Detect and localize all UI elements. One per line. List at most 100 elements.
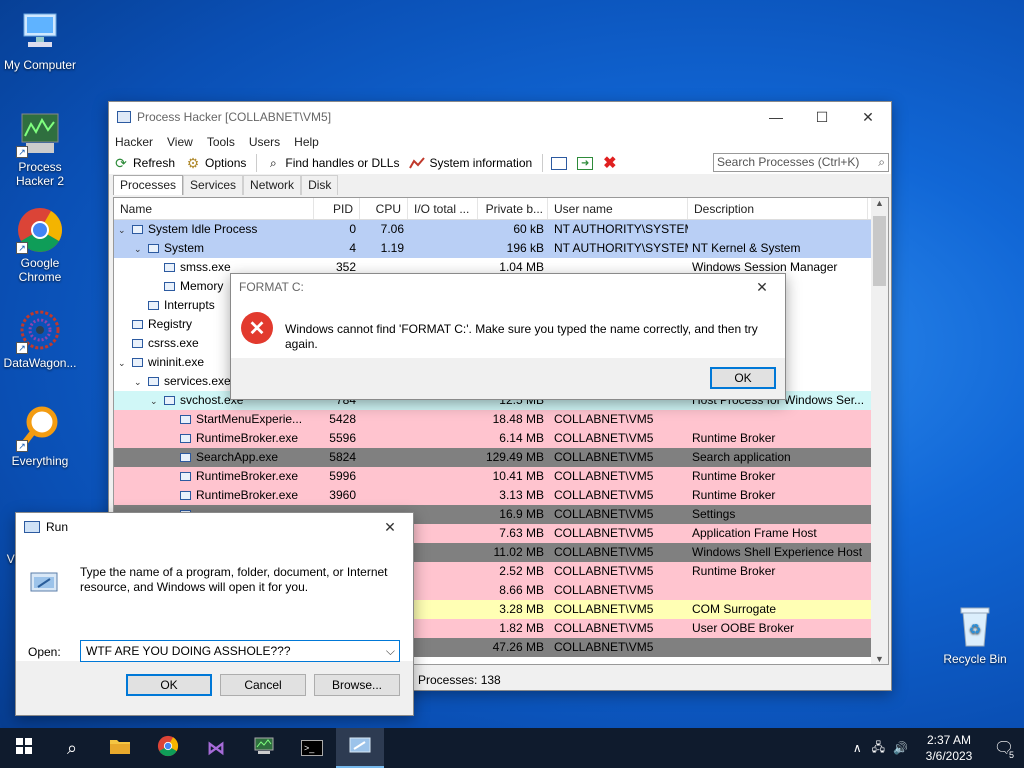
expander-icon[interactable]: ⌄ [118,354,132,372]
minimize-button[interactable]: — [753,102,799,132]
scroll-down-icon[interactable]: ▼ [871,654,888,664]
clock[interactable]: 2:37 AM 3/6/2023 [914,732,984,764]
menu-users[interactable]: Users [249,135,280,149]
volume-icon[interactable]: 🔊 [893,741,908,755]
description-cell: Settings [692,507,736,521]
cpu-cell [360,467,408,486]
process-hacker-taskbar-button[interactable] [240,728,288,768]
tab-disk[interactable]: Disk [301,175,339,195]
scrollbar-thumb[interactable] [873,216,886,286]
chevron-up-icon[interactable]: ∧ [853,741,862,755]
windows-logo-icon [16,737,32,759]
table-row[interactable]: RuntimeBroker.exe 5996 10.41 MB COLLABNET\V… [114,467,888,486]
title-bar[interactable]: Process Hacker [COLLABNET\VM5] — ☐ ✕ [109,102,891,132]
open-combobox[interactable]: WTF ARE YOU DOING ASSHOLE??? ⌵ [80,640,400,662]
tab-network[interactable]: Network [243,175,302,195]
visual-studio-button[interactable]: ⋈ [192,728,240,768]
table-row[interactable]: StartMenuExperie... 5428 18.48 MB COLLABNET… [114,410,888,429]
expander-icon[interactable]: ⌄ [150,392,164,410]
scroll-up-icon[interactable]: ▲ [871,198,888,208]
menu-view[interactable]: View [167,135,193,149]
go-icon[interactable]: ➜ [577,156,594,170]
io-cell [408,429,478,448]
table-row[interactable]: RuntimeBroker.exe 5596 6.14 MB COLLABNET\VM… [114,429,888,448]
menu-help[interactable]: Help [294,135,319,149]
pid-cell: 5428 [329,412,356,426]
run-icon [24,521,40,533]
column-user-name[interactable]: User name [548,198,688,219]
run-icon [349,737,371,758]
search-icon: ⌕ [66,737,78,758]
private-bytes-cell: 7.63 MB [499,526,544,540]
table-row[interactable]: ⌄ System Idle Process 0 7.06 60 kB NT AUTHORI… [114,220,888,239]
desktop-icon-everything[interactable]: ↗ Everything [0,404,80,468]
column-description[interactable]: Description [688,198,868,219]
notification-button[interactable]: 🗨 5 [984,738,1024,760]
ok-button[interactable]: OK [710,367,776,389]
dialog-title-bar[interactable]: Run ✕ [16,513,413,541]
chevron-down-icon[interactable]: ⌵ [386,641,395,661]
find-handles-button[interactable]: ⌕ Find handles or DLLs [265,155,399,171]
run-cancel-button[interactable]: Cancel [220,674,306,696]
close-button[interactable]: ✕ [367,512,413,542]
chrome-button[interactable] [144,728,192,768]
run-browse-button[interactable]: Browse... [314,674,400,696]
desktop-icon-label: My Computer [3,58,77,72]
pid-cell: 5824 [329,450,356,464]
table-row[interactable]: SearchApp.exe 5824 129.49 MB COLLABNET\VM5 S… [114,448,888,467]
desktop-icon-recycle-bin[interactable]: ♻ Recycle Bin [935,602,1015,666]
menu-tools[interactable]: Tools [207,135,235,149]
run-app-icon [30,569,60,598]
expander-icon[interactable]: ⌄ [134,240,148,258]
close-button[interactable]: ✕ [845,102,891,132]
desktop-icon-my-computer[interactable]: My Computer [0,8,80,72]
run-taskbar-button[interactable] [336,728,384,768]
terminal-button[interactable]: >_ [288,728,336,768]
search-processes-input[interactable]: Search Processes (Ctrl+K) ⌕ [713,153,889,172]
column-cpu[interactable]: CPU [360,198,408,219]
refresh-button[interactable]: ⟳ Refresh [113,155,175,171]
column-private-bytes[interactable]: Private b... [478,198,548,219]
expander-icon[interactable]: ⌄ [134,373,148,391]
tab-services[interactable]: Services [183,175,244,195]
process-icon [180,453,191,462]
terminate-icon[interactable]: ✖ [603,153,616,173]
desktop-icon-chrome[interactable]: ↗ Google Chrome [0,206,80,284]
process-name-cell: ⌄ System [114,239,314,258]
folder-icon [109,737,131,760]
column-pid[interactable]: PID [314,198,360,219]
menu-hacker[interactable]: Hacker [115,135,153,149]
shortcut-arrow-icon: ↗ [16,146,28,158]
shortcut-arrow-icon: ↗ [16,440,28,452]
process-name-cell: RuntimeBroker.exe [114,486,314,505]
network-icon[interactable]: 🖧 [872,738,885,759]
io-cell [408,448,478,467]
file-explorer-button[interactable] [96,728,144,768]
maximize-button[interactable]: ☐ [799,102,845,132]
desktop-icon-process-hacker[interactable]: ↗ Process Hacker 2 [0,110,80,188]
window-title: Process Hacker [COLLABNET\VM5] [137,110,332,124]
chrome-icon: ↗ [16,206,64,254]
start-button[interactable] [0,728,48,768]
system-information-button[interactable]: System information [409,155,532,171]
table-row[interactable]: RuntimeBroker.exe 3960 3.13 MB COLLABNET\VM… [114,486,888,505]
options-button[interactable]: ⚙ Options [185,155,247,171]
column-name[interactable]: Name [114,198,314,219]
search-button[interactable]: ⌕ [48,728,96,768]
visual-studio-icon: ⋈ [207,737,225,758]
dialog-title-bar[interactable]: FORMAT C: ✕ [231,274,785,300]
private-bytes-cell: 60 kB [513,222,544,236]
table-row[interactable]: ⌄ System 4 1.19 196 kB NT AUTHORITY\SYSTEM NT … [114,239,888,258]
expander-icon[interactable]: ⌄ [118,221,132,239]
description-cell: Runtime Broker [692,564,776,578]
tab-processes[interactable]: Processes [113,175,184,195]
close-button[interactable]: ✕ [739,272,785,302]
desktop-icon-datawagon[interactable]: ↗ DataWagon... [0,306,80,370]
window-icon[interactable] [551,156,568,170]
description-cell: User OOBE Broker [692,621,795,635]
private-bytes-cell: 11.02 MB [493,545,544,559]
run-ok-button[interactable]: OK [126,674,212,696]
dialog-title: FORMAT C: [239,280,304,294]
column-io-total[interactable]: I/O total ... [408,198,478,219]
vertical-scrollbar[interactable]: ▲ ▼ [871,198,888,664]
